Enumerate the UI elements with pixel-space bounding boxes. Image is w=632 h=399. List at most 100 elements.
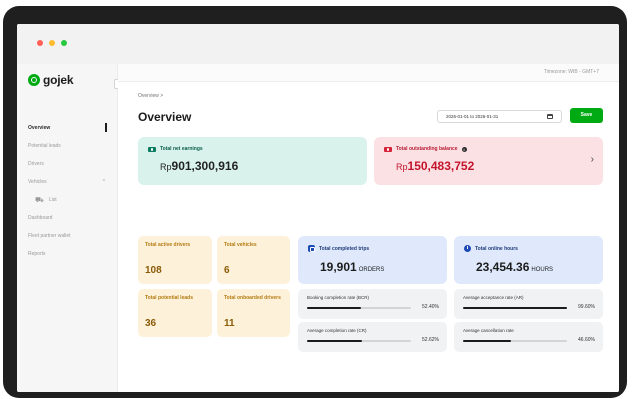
net-earnings-card: Total net earnings Rp901,300,916 [138,137,367,185]
main-content: Overview > Overview 2026-01-01 to 2026-0… [118,82,619,392]
active-drivers-tile: Total active drivers 108 [138,236,212,284]
chevron-right-icon[interactable]: › [591,154,594,165]
rate-progress-fill [307,307,362,309]
breadcrumb[interactable]: Overview > [138,93,163,99]
online-hours-card: Total online hours 23,454.36 HOURS [454,236,603,284]
sidebar-item-label: Overview [28,125,51,131]
sidebar: gojek ‹ Overview Potential leads Drivers… [17,64,124,392]
rate-progress-track [463,307,567,309]
completed-trips-value: 19,901 [320,260,357,274]
cancellation-rate-card: Average cancellation rate 46.60% [454,322,603,352]
tile-label: Total vehicles [224,242,257,248]
rate-value: 52.40% [422,304,439,310]
info-icon[interactable]: i [461,146,467,152]
potential-leads-tile: Total potential leads 36 [138,289,212,337]
sidebar-item-label: Reports [28,251,46,257]
rate-label: Average acceptance rate (AR) [463,295,524,300]
completed-trips-label-row: Total completed trips [308,245,369,252]
cash-icon [148,146,156,152]
rate-progress-fill [463,307,567,309]
outstanding-balance-label: Total outstanding balance [396,146,458,152]
completion-rate-card: Average completion rate (CR) 52.62% [298,322,447,352]
rate-value: 52.62% [422,337,439,343]
tablet-frame: gojek ‹ Overview Potential leads Drivers… [3,6,627,398]
rate-label: Booking completion rate (BCR) [307,295,370,300]
sidebar-nav: Overview Potential leads Drivers Vehicle… [17,119,117,263]
tile-value: 108 [145,265,162,276]
completed-trips-unit: ORDERS [358,267,385,273]
outstanding-balance-value: 150,483,752 [407,159,475,173]
timezone-label: Timezone: WIB - GMT+7 [543,69,599,75]
sidebar-item-list[interactable]: ⛟ List [17,191,117,209]
sidebar-item-label: Dashboard [28,215,53,221]
sidebar-item-reports[interactable]: Reports [17,245,117,263]
sidebar-item-label: Potential leads [28,143,61,149]
tile-label: Total potential leads [145,295,193,301]
date-range-picker[interactable]: 2026-01-01 to 2026-01-31 [437,110,562,123]
rate-value: 46.60% [578,337,595,343]
app-window: gojek ‹ Overview Potential leads Drivers… [17,24,619,392]
booking-completion-rate-card: Booking completion rate (BCR) 52.40% [298,289,447,319]
chevron-up-icon: ^ [102,179,105,185]
rate-progress-track [307,340,411,342]
maximize-window-button[interactable] [61,40,67,46]
cash-icon [384,146,392,152]
save-button[interactable]: Save [570,108,603,123]
tile-label: Total active drivers [145,242,191,248]
net-earnings-label-row: Total net earnings [148,146,203,152]
online-hours-label: Total online hours [475,245,518,252]
car-icon: ⛟ [35,197,44,204]
tile-value: 36 [145,318,157,329]
sidebar-item-overview[interactable]: Overview [17,119,117,137]
page-title: Overview [138,110,192,124]
sidebar-item-dashboard[interactable]: Dashboard [17,209,117,227]
outstanding-label-row: Total outstanding balance i [384,146,467,152]
tile-value: 6 [224,265,230,276]
top-bar: Timezone: WIB - GMT+7 [118,64,619,82]
vehicles-tile: Total vehicles 6 [217,236,290,284]
clock-icon [464,245,471,252]
date-range-value: 2026-01-01 to 2026-01-31 [446,114,499,119]
gojek-logo-icon [28,74,40,86]
rate-progress-fill [463,340,512,342]
acceptance-rate-card: Average acceptance rate (AR) 99.60% [454,289,603,319]
calendar-icon [547,114,553,119]
net-earnings-value: 901,300,916 [171,159,239,173]
sidebar-item-label: Drivers [28,161,44,167]
minimize-window-button[interactable] [49,40,55,46]
sidebar-item-label: List [48,197,57,203]
sidebar-item-label: Fleet partner wallet [28,233,71,239]
sidebar-item-drivers[interactable]: Drivers [17,155,117,173]
onboarded-drivers-tile: Total onboarded drivers 11 [217,289,290,337]
online-hours-value: 23,454.36 [476,260,530,274]
sidebar-item-label: Vehicles [28,179,47,185]
rate-label: Average cancellation rate [463,328,514,333]
completed-trips-label: Total completed trips [319,245,370,252]
completed-trips-amount: 19,901 ORDERS [320,260,384,274]
rate-label: Average completion rate (CR) [307,328,367,333]
window-controls [37,40,67,46]
rate-progress-track [307,307,411,309]
net-earnings-amount: Rp901,300,916 [160,159,238,173]
trip-icon [308,245,315,252]
tile-label: Total onboarded drivers [224,295,281,301]
completed-trips-card: Total completed trips 19,901 ORDERS [298,236,447,284]
online-hours-unit: HOURS [531,267,554,273]
net-earnings-label: Total net earnings [160,146,203,152]
online-hours-label-row: Total online hours [464,245,518,252]
close-window-button[interactable] [37,40,43,46]
logo: gojek [28,73,74,87]
currency-label: Rp [396,162,408,172]
window-titlebar [17,24,619,64]
outstanding-balance-card[interactable]: Total outstanding balance i Rp150,483,75… [374,137,603,185]
sidebar-item-vehicles[interactable]: Vehicles ^ [17,173,117,191]
logo-text: gojek [43,73,74,87]
online-hours-amount: 23,454.36 HOURS [476,260,553,274]
rate-progress-fill [307,340,362,342]
rate-progress-track [463,340,567,342]
outstanding-balance-amount: Rp150,483,752 [396,159,474,173]
currency-label: Rp [160,162,172,172]
tile-value: 11 [224,318,235,329]
sidebar-item-fleet-partner-wallet[interactable]: Fleet partner wallet [17,227,117,245]
sidebar-item-potential-leads[interactable]: Potential leads [17,137,117,155]
